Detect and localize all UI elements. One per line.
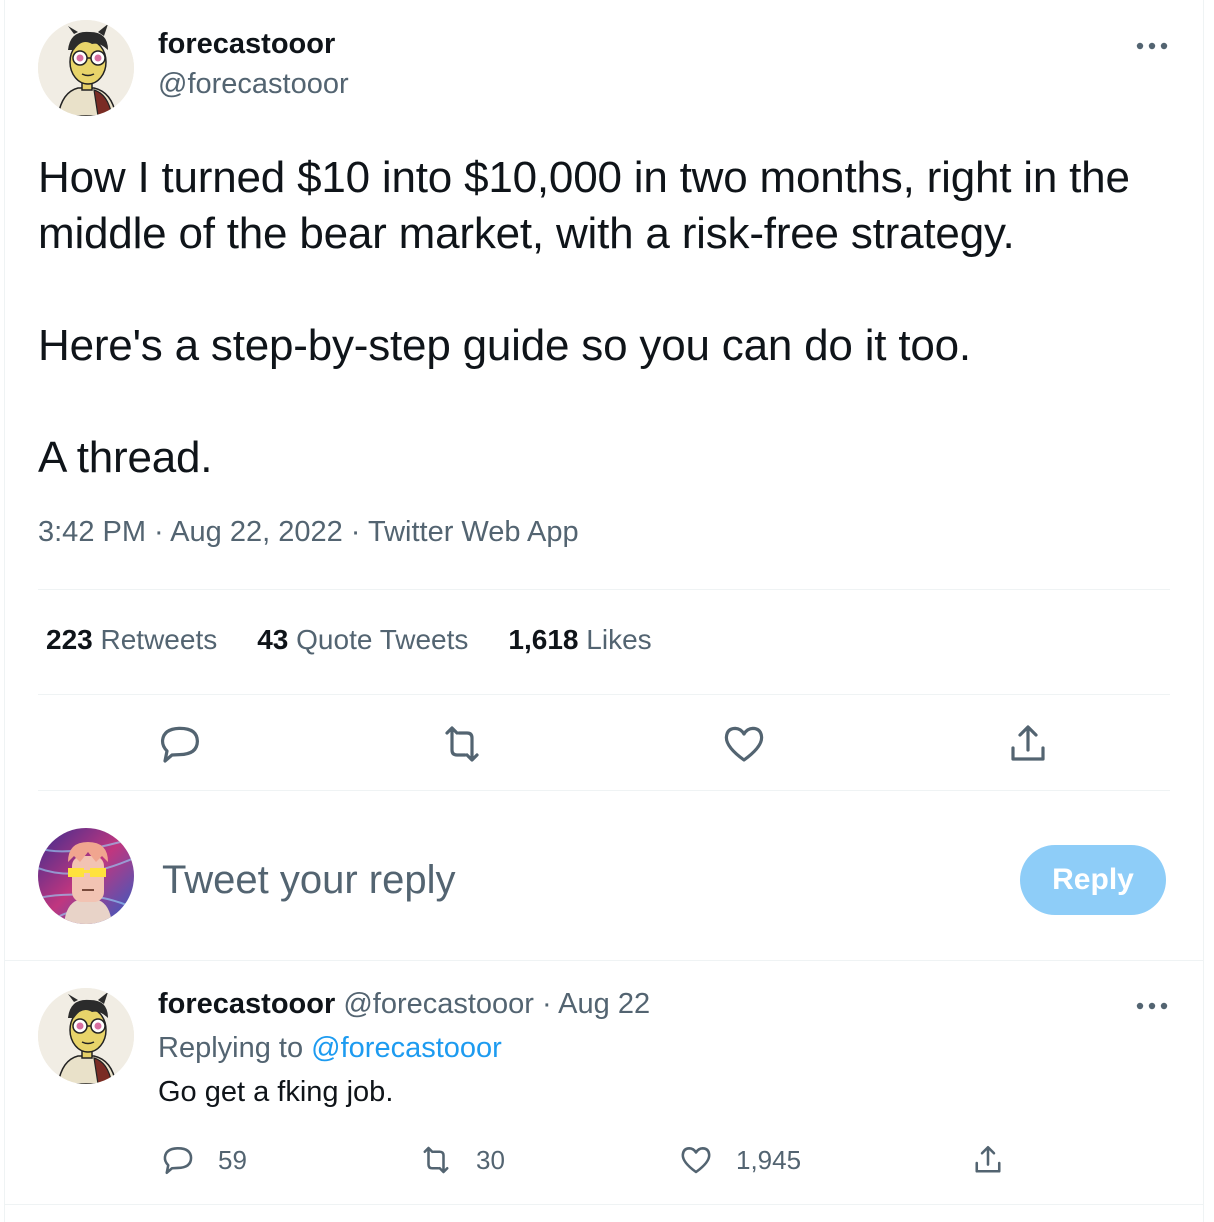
- tweet-time[interactable]: 3:42 PM: [38, 516, 146, 548]
- share-icon[interactable]: [1004, 720, 1052, 768]
- reply-icon[interactable]: [156, 720, 204, 768]
- author-display-name[interactable]: forecastooor: [158, 28, 335, 61]
- tweet-text: How I turned $10 into $10,000 in two mon…: [38, 150, 1188, 486]
- retweet-count: 30: [476, 1144, 505, 1175]
- current-user-avatar[interactable]: [38, 828, 134, 924]
- quote-tweets-stat[interactable]: 43 Quote Tweets: [257, 624, 468, 656]
- reply-icon: [163, 1147, 193, 1175]
- reply-retweet-action[interactable]: 30: [418, 1142, 505, 1178]
- reply-button[interactable]: Reply: [1020, 845, 1166, 915]
- reply-author-handle[interactable]: @forecastooor: [343, 988, 534, 1020]
- quote-tweets-label: Quote Tweets: [296, 624, 469, 655]
- replying-to: Replying to @forecastooor: [158, 1032, 502, 1065]
- tweet-paragraph: Here's a step-by-step guide so you can d…: [38, 321, 971, 370]
- author-avatar[interactable]: [38, 20, 134, 116]
- retweet-icon[interactable]: [438, 720, 486, 768]
- divider: [4, 960, 1204, 961]
- reply-share-action[interactable]: [970, 1142, 1006, 1178]
- meta-separator: ·: [146, 516, 171, 548]
- reply-date[interactable]: Aug 22: [558, 988, 650, 1020]
- reply-more-options-icon[interactable]: [1132, 996, 1172, 1016]
- replying-to-label: Replying to: [158, 1032, 304, 1064]
- more-options-icon[interactable]: [1132, 36, 1172, 56]
- reply-author-name[interactable]: forecastooor: [158, 988, 335, 1020]
- likes-label: Likes: [586, 624, 652, 655]
- likes-count: 1,618: [508, 624, 579, 655]
- reply-like-action[interactable]: 1,945: [678, 1142, 801, 1178]
- reply-header: forecastooor @forecastooor · Aug 22: [158, 988, 650, 1021]
- like-icon[interactable]: [720, 720, 768, 768]
- reply-input[interactable]: Tweet your reply: [162, 858, 455, 903]
- author-handle[interactable]: @forecastooor: [158, 68, 349, 101]
- retweets-label: Retweets: [100, 624, 218, 655]
- retweet-icon: [423, 1146, 449, 1174]
- replying-to-handle[interactable]: @forecastooor: [311, 1032, 502, 1064]
- tweet-source[interactable]: Twitter Web App: [368, 516, 579, 548]
- divider: [4, 1204, 1204, 1205]
- share-icon: [975, 1145, 1001, 1173]
- retweets-count: 223: [46, 624, 93, 655]
- tweet-date[interactable]: Aug 22, 2022: [170, 516, 343, 548]
- reply-reply-action[interactable]: 59: [160, 1142, 247, 1178]
- tweet-metadata: 3:42 PM · Aug 22, 2022 · Twitter Web App: [38, 516, 579, 549]
- like-count: 1,945: [736, 1144, 802, 1175]
- meta-separator: ·: [342, 516, 368, 548]
- reply-count: 59: [218, 1144, 247, 1175]
- reply-author-avatar[interactable]: [38, 988, 134, 1084]
- engagement-stats: 223 Retweets 43 Quote Tweets 1,618 Likes: [46, 624, 652, 656]
- like-icon: [681, 1147, 711, 1174]
- retweets-stat[interactable]: 223 Retweets: [46, 624, 217, 656]
- tweet-paragraph: How I turned $10 into $10,000 in two mon…: [38, 153, 1130, 258]
- divider: [38, 694, 1170, 695]
- meta-separator: ·: [542, 988, 552, 1020]
- quote-tweets-count: 43: [257, 624, 289, 655]
- tweet-paragraph: A thread.: [38, 433, 213, 482]
- divider: [38, 589, 1170, 590]
- likes-stat[interactable]: 1,618 Likes: [508, 624, 651, 656]
- divider: [38, 790, 1170, 791]
- reply-text: Go get a fking job.: [158, 1076, 394, 1108]
